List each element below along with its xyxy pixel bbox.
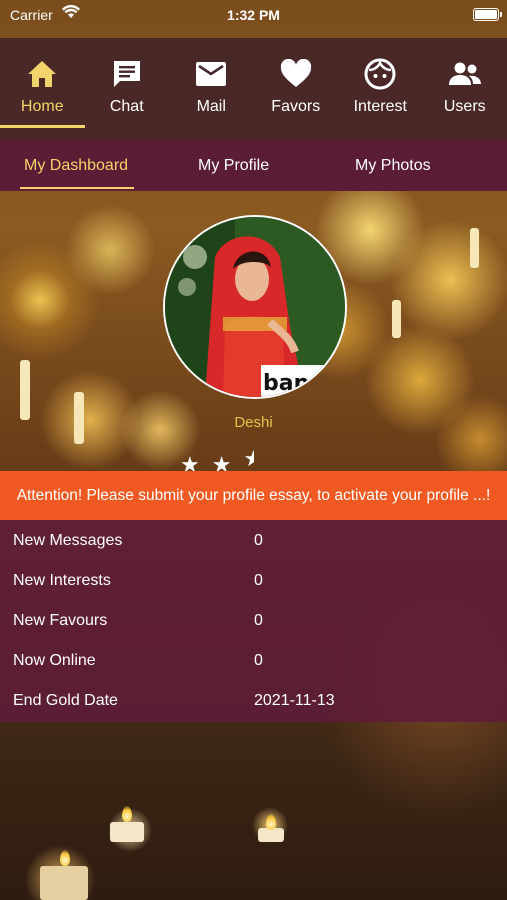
tab-my-profile[interactable]: My Profile	[198, 140, 269, 191]
nav-item-label: Users	[443, 98, 486, 115]
stat-row-new-favours[interactable]: New Favours 0	[0, 600, 507, 640]
nav-item-favors[interactable]: Favors	[254, 38, 339, 140]
stat-label: New Messages	[13, 532, 123, 549]
status-bar: Carrier 1:32 PM	[0, 0, 507, 34]
nav-item-users[interactable]: Users	[423, 38, 507, 140]
stat-row-now-online[interactable]: Now Online 0	[0, 640, 507, 680]
stat-value: 2021-11-13	[254, 692, 335, 709]
mail-icon	[193, 56, 229, 92]
nav-item-home[interactable]: Home	[0, 38, 85, 140]
profile-photo: bang	[165, 217, 345, 397]
candle	[258, 828, 284, 842]
candle	[392, 300, 401, 338]
dashboard-stats: New Messages 0 New Interests 0 New Favou…	[0, 520, 507, 722]
candle-flame	[122, 806, 132, 822]
nav-item-mail[interactable]: Mail	[169, 38, 254, 140]
half-star-icon: ★	[243, 446, 254, 472]
nav-item-label: Home	[20, 98, 64, 115]
stat-row-new-messages[interactable]: New Messages 0	[0, 520, 507, 560]
users-icon	[447, 56, 483, 92]
stat-label: Now Online	[13, 652, 96, 669]
candle-flame	[60, 850, 70, 866]
stat-value: 0	[254, 652, 263, 669]
stat-row-end-gold-date: End Gold Date 2021-11-13	[0, 680, 507, 720]
candle	[40, 866, 88, 900]
candle	[470, 228, 479, 268]
battery-icon	[473, 8, 502, 21]
home-icon	[24, 56, 60, 92]
nav-item-label: Favors	[271, 98, 321, 115]
clock: 1:32 PM	[227, 7, 280, 23]
tab-my-photos[interactable]: My Photos	[355, 140, 431, 191]
dashboard-tabs: My Dashboard My Profile My Photos	[0, 140, 507, 191]
nav-item-label: Mail	[196, 98, 226, 115]
profile-essay-alert[interactable]: Attention! Please submit your profile es…	[0, 471, 507, 520]
main-nav: Home Chat Mail Favors Interest Users	[0, 38, 507, 140]
profile-name: Deshi	[234, 414, 273, 431]
stat-label: New Interests	[13, 572, 111, 589]
candle	[20, 360, 30, 420]
stat-label: New Favours	[13, 612, 108, 629]
chat-icon	[109, 56, 145, 92]
stat-row-new-interests[interactable]: New Interests 0	[0, 560, 507, 600]
nav-item-label: Chat	[109, 98, 144, 115]
nav-item-interest[interactable]: Interest	[338, 38, 423, 140]
candle-flame	[266, 814, 276, 830]
nav-item-chat[interactable]: Chat	[85, 38, 170, 140]
tab-my-dashboard[interactable]: My Dashboard	[19, 140, 135, 191]
nav-item-label: Interest	[353, 98, 407, 115]
heart-icon	[278, 56, 314, 92]
profile-avatar[interactable]: bang	[163, 215, 347, 399]
stat-value: 0	[254, 612, 263, 629]
stat-value: 0	[254, 572, 263, 589]
face-icon	[362, 56, 398, 92]
stat-value: 0	[254, 532, 263, 549]
stat-label: End Gold Date	[13, 692, 118, 709]
candle	[110, 822, 144, 842]
